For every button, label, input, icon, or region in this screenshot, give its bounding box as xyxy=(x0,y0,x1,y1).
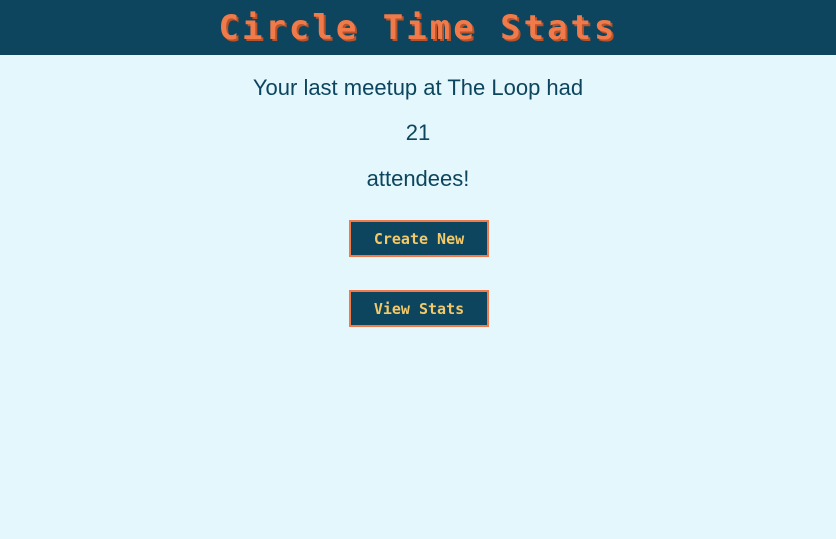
attendee-count: 21 xyxy=(405,120,431,145)
app-title: Circle Time Stats xyxy=(218,7,618,48)
create-new-button[interactable]: Create New xyxy=(349,220,489,257)
meetup-summary-text: Your last meetup at The Loop had xyxy=(252,75,584,100)
attendees-label: attendees! xyxy=(366,166,470,191)
view-stats-button[interactable]: View Stats xyxy=(349,290,489,327)
app-header: Circle Time Stats xyxy=(0,0,836,55)
